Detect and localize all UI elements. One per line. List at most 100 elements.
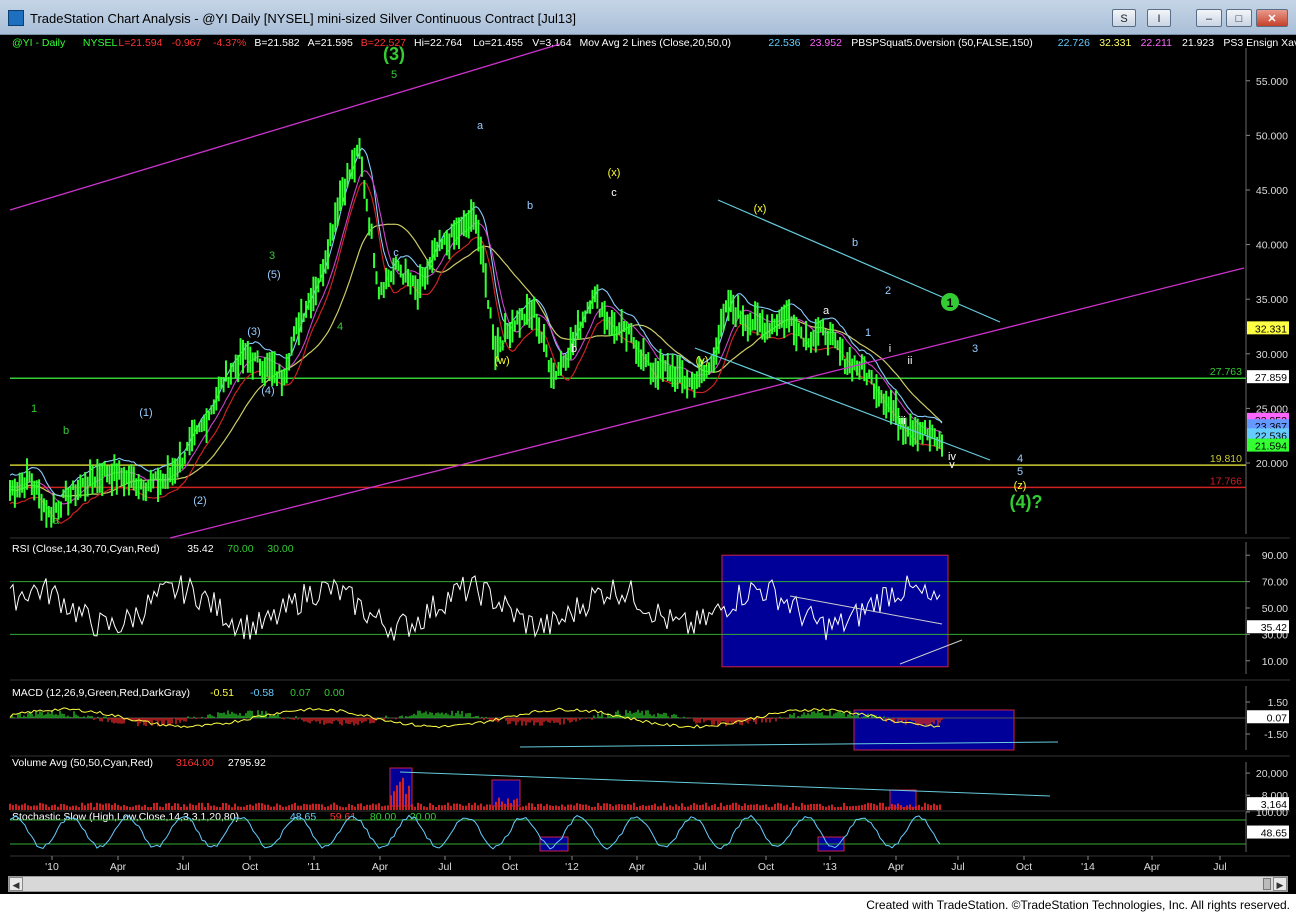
horizontal-scrollbar[interactable]: ◀ ▶: [8, 876, 1288, 892]
wave-label: (y): [696, 355, 709, 367]
wave-label: i: [889, 343, 891, 355]
maximize-button[interactable]: □: [1226, 9, 1252, 27]
volume-y-tick-label: 20,000: [1256, 768, 1288, 780]
indicator-value: 48.65: [290, 811, 316, 823]
price-header-item: 22.726: [1058, 37, 1090, 49]
wave-label: 1: [865, 327, 871, 339]
indicator-value: -0.51: [210, 687, 234, 699]
price-y-tick-label: 30.000: [1256, 349, 1288, 361]
wave-label: 1: [31, 403, 37, 415]
lower-trend-line: [169, 267, 1245, 539]
scroll-right-icon[interactable]: ▶: [1273, 877, 1287, 891]
price-y-tick-label: 45.000: [1256, 185, 1288, 197]
stochastic-last-tag-label: 48.65: [1261, 828, 1287, 840]
x-axis-tick-label: '12: [565, 861, 579, 873]
price-header-item: -4.37%: [213, 37, 246, 49]
scroll-thumb[interactable]: [1263, 878, 1271, 890]
window-titlebar: TradeStation Chart Analysis - @YI Daily …: [0, 0, 1296, 35]
indicator-value: 0.00: [324, 687, 345, 699]
x-axis-tick-label: '13: [823, 861, 837, 873]
wave-label: v: [949, 459, 955, 471]
indicator-value: 70.00: [227, 543, 253, 555]
minimize-button[interactable]: –: [1196, 9, 1222, 27]
indicator-title: RSI (Close,14,30,70,Cyan,Red): [12, 543, 160, 555]
wave-label: iii: [898, 415, 905, 427]
price-y-tick-label: 50.000: [1256, 130, 1288, 142]
price-y-tick-label: 55.000: [1256, 76, 1288, 88]
wave-label: 4: [337, 321, 343, 333]
copyright-text: Created with TradeStation. ©TradeStation…: [866, 898, 1290, 912]
macd-last-tag-label: 0.07: [1267, 712, 1288, 724]
wave-label: 4: [1017, 453, 1023, 465]
price-y-tick-label: 35.000: [1256, 294, 1288, 306]
wave-label: (z): [1014, 480, 1027, 492]
wave-label: b: [571, 343, 577, 355]
indicator-value: 35.42: [187, 543, 213, 555]
price-header-item: Lo=21.455: [473, 37, 523, 49]
x-axis-tick-label: Apr: [110, 861, 127, 873]
wave-1-circle-text: 1: [947, 296, 954, 310]
rsi-highlight-box: [721, 554, 949, 668]
price-header-item: PBSPSquat5.0version (50,FALSE,150): [851, 37, 1033, 49]
chart-area[interactable]: @YI - Daily NYSEL L=21.594 -0.967 -4.37% B=21…: [0, 34, 1296, 894]
wave-label: (4)?: [1010, 492, 1043, 512]
x-axis-tick-label: Apr: [888, 861, 905, 873]
macd-y-tick-label: 1.50: [1268, 697, 1289, 709]
indicator-value: 20.00: [410, 811, 436, 823]
volume-highlight-box: [889, 789, 917, 809]
x-axis-tick-label: Oct: [1016, 861, 1032, 873]
wave-label: b: [63, 425, 69, 437]
indicator-value: 80.00: [370, 811, 396, 823]
scroll-left-icon[interactable]: ◀: [9, 877, 23, 891]
price-value-tag-label: 21.594: [1255, 441, 1287, 453]
symbol-i-button[interactable]: I: [1147, 9, 1171, 27]
rsi-last-tag-label: 35.42: [1261, 622, 1287, 634]
app-icon: [8, 10, 24, 26]
x-axis-tick-label: Apr: [1144, 861, 1161, 873]
x-axis-tick-label: Apr: [629, 861, 646, 873]
price-header-item: A=21.595: [308, 37, 353, 49]
wave-label: (3): [383, 44, 405, 64]
wave-label: c: [393, 247, 399, 259]
wave-label: a: [477, 120, 484, 132]
wave-label: c: [611, 187, 617, 199]
wave-label: c: [499, 339, 505, 351]
wave-label: 2: [885, 285, 891, 297]
channel-bottom-line: [694, 347, 991, 461]
rsi-y-tick-label: 90.00: [1262, 550, 1288, 562]
x-axis-tick-label: Jul: [693, 861, 706, 873]
price-value-tag-label: 32.331: [1255, 323, 1287, 335]
footer: Created with TradeStation. ©TradeStation…: [0, 894, 1296, 916]
wave-label: (5): [267, 269, 280, 281]
x-axis-tick-label: Jul: [176, 861, 189, 873]
wave-label: (x): [754, 203, 767, 215]
price-header-item: NYSEL: [83, 37, 118, 49]
wave-label: a: [823, 305, 830, 317]
indicator-value: 0.07: [290, 687, 311, 699]
rsi-y-tick-label: 50.00: [1262, 603, 1288, 615]
moving-average-upper-line: [9, 147, 943, 497]
price-header-item: Hi=22.764: [414, 37, 462, 49]
symbol-s-button[interactable]: S: [1112, 9, 1136, 27]
x-axis-tick-label: Jul: [1213, 861, 1226, 873]
price-header-item: 23.952: [810, 37, 842, 49]
moving-average-50-line: [9, 223, 943, 497]
wave-label: 3: [972, 343, 978, 355]
indicator-value: 30.00: [267, 543, 293, 555]
indicator-value: 2795.92: [228, 757, 266, 769]
x-axis-tick-label: '14: [1081, 861, 1095, 873]
indicator-value: 59.61: [330, 811, 356, 823]
wave-label: 5: [1017, 466, 1023, 478]
horizontal-level-label: 19.810: [1210, 453, 1242, 465]
close-button[interactable]: ✕: [1256, 9, 1288, 27]
indicator-value: -0.58: [250, 687, 274, 699]
price-header-item: Mov Avg 2 Lines (Close,20,50,0): [580, 37, 732, 49]
wave-label: (1): [139, 407, 152, 419]
x-axis-tick-label: Jul: [438, 861, 451, 873]
wave-label: 5: [391, 69, 397, 81]
x-axis-tick-label: Oct: [502, 861, 518, 873]
horizontal-level-label: 27.763: [1210, 366, 1242, 378]
stochastic-y-tick-label: 100.00: [1256, 807, 1288, 819]
wave-label: (x): [608, 167, 621, 179]
indicator-value: 3164.00: [176, 757, 214, 769]
